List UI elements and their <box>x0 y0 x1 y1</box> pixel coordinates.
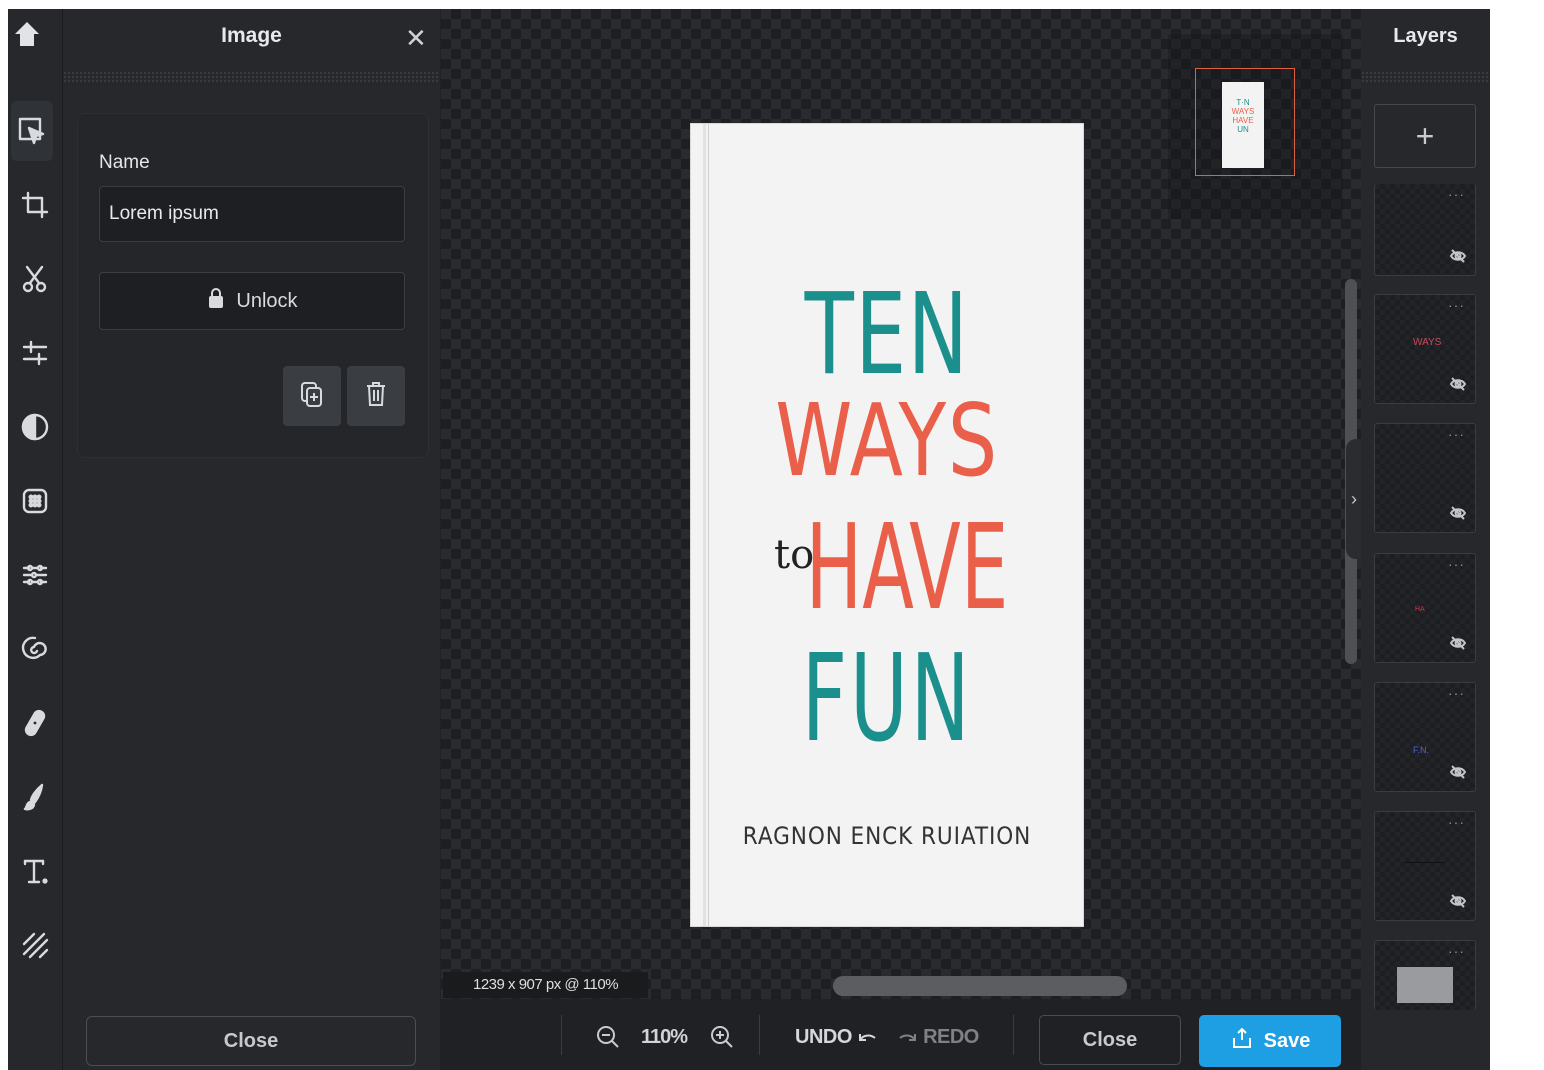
layer-thumb: HA <box>1415 606 1425 613</box>
lock-icon <box>206 287 226 315</box>
divider <box>1013 1015 1014 1055</box>
more-icon[interactable]: ··· <box>1448 297 1465 313</box>
redo-icon <box>898 1026 918 1048</box>
name-field[interactable] <box>99 186 405 242</box>
hide-icon[interactable] <box>1449 634 1467 652</box>
layer-thumb: F.N. <box>1413 745 1430 755</box>
panel-header: Image ✕ <box>63 9 440 71</box>
cover-title-fun: FUN <box>801 630 973 769</box>
layer-item[interactable]: ··· <box>1374 811 1476 921</box>
hide-icon[interactable] <box>1449 763 1467 781</box>
text-icon[interactable] <box>8 841 62 901</box>
book-spine <box>703 124 706 926</box>
cover-title-ten: TEN <box>804 270 970 400</box>
more-icon[interactable]: ··· <box>1448 426 1465 442</box>
chevron-right-icon: › <box>1351 488 1357 509</box>
divider <box>759 1015 760 1055</box>
cover-title-ways: WAYS <box>775 382 999 499</box>
layer-item[interactable]: ··· <box>1374 423 1476 533</box>
hide-icon[interactable] <box>1449 504 1467 522</box>
layer-thumb <box>1405 862 1445 863</box>
layer-item[interactable]: ··· WAYS <box>1374 294 1476 404</box>
zoom-out-icon[interactable] <box>595 1024 621 1050</box>
layer-item[interactable]: ··· F.N. <box>1374 682 1476 792</box>
unlock-label: Unlock <box>236 289 298 312</box>
minimap-line: UN <box>1237 125 1249 134</box>
panel-close-button[interactable]: Close <box>86 1016 416 1066</box>
more-icon[interactable]: ··· <box>1448 685 1465 701</box>
hide-icon[interactable] <box>1449 375 1467 393</box>
save-label: Save <box>1263 1029 1311 1052</box>
crop-icon[interactable] <box>8 175 62 235</box>
properties-panel: Image ✕ Name Unlock <box>63 9 440 1070</box>
layer-item[interactable]: ··· <box>1374 184 1476 276</box>
zoom-in-icon[interactable] <box>709 1024 735 1050</box>
layers-title: Layers <box>1393 25 1458 47</box>
layer-item[interactable]: ··· <box>1374 940 1476 1010</box>
more-icon[interactable]: ··· <box>1448 186 1465 202</box>
hide-icon[interactable] <box>1449 892 1467 910</box>
layers-divider <box>1361 71 1490 83</box>
minimap-line: WAYS <box>1231 107 1255 116</box>
bottom-toolbar: 110% UNDO REDO Close Save <box>441 999 1361 1070</box>
healing-icon[interactable] <box>8 693 62 753</box>
adjust-icon[interactable] <box>8 323 62 383</box>
duplicate-button[interactable] <box>283 366 341 426</box>
trash-icon <box>362 379 390 414</box>
layer-item[interactable]: ··· HA <box>1374 553 1476 663</box>
zoom-level: 110% <box>641 1026 688 1048</box>
liquify-icon[interactable] <box>8 545 62 605</box>
cut-icon[interactable] <box>8 249 62 309</box>
undo-label: UNDO <box>795 1026 852 1048</box>
more-icon[interactable]: ··· <box>1448 814 1465 830</box>
swirl-icon[interactable] <box>8 619 62 679</box>
download-icon <box>1230 1026 1254 1056</box>
home-icon[interactable] <box>12 17 42 51</box>
undo-button[interactable]: UNDO <box>795 1026 877 1049</box>
redo-label: REDO <box>923 1026 979 1048</box>
name-label: Name <box>99 152 150 173</box>
more-icon[interactable]: ··· <box>1448 943 1465 959</box>
book-cover-image[interactable]: TEN WAYS to HAVE FUN RAGNON ENCK RUIATIO… <box>691 124 1083 926</box>
minimap-thumbnail: T·N WAYS HAVE UN <box>1222 82 1264 168</box>
layer-properties-card: Name Unlock <box>77 113 429 458</box>
minimap-line: HAVE <box>1232 116 1254 125</box>
select-icon[interactable] <box>11 101 53 161</box>
redo-button[interactable]: REDO <box>898 1026 979 1049</box>
cover-author: RAGNON ENCK RUIATION <box>742 822 1032 850</box>
close-button[interactable]: Close <box>1039 1015 1181 1065</box>
hide-icon[interactable] <box>1449 247 1467 265</box>
book-spine-edge <box>708 124 709 926</box>
editor-window: Image ✕ Name Unlock <box>8 9 1490 1070</box>
tool-rail <box>8 9 63 1070</box>
pattern-icon[interactable] <box>8 915 62 975</box>
canvas-dimensions: 1239 x 907 px @ 110% <box>443 972 649 998</box>
layer-thumb-background <box>1397 967 1453 1003</box>
cover-title-have: HAVE <box>805 498 1009 636</box>
effects-icon[interactable] <box>8 471 62 531</box>
collapse-layers-tab[interactable]: › <box>1346 439 1362 559</box>
layers-panel: Layers + ··· ··· WAYS ··· ··· HA ··· F.N… <box>1361 9 1490 1070</box>
more-icon[interactable]: ··· <box>1448 556 1465 572</box>
brush-icon[interactable] <box>8 767 62 827</box>
close-icon[interactable]: ✕ <box>405 23 427 54</box>
navigator-minimap[interactable]: T·N WAYS HAVE UN <box>1168 34 1343 219</box>
panel-title: Image <box>221 24 282 47</box>
duplicate-icon <box>298 379 326 414</box>
panel-divider <box>63 71 440 83</box>
save-button[interactable]: Save <box>1199 1015 1341 1067</box>
minimap-line: T·N <box>1236 98 1250 107</box>
canvas-area[interactable]: TEN WAYS to HAVE FUN RAGNON ENCK RUIATIO… <box>441 9 1362 999</box>
horizontal-scrollbar[interactable] <box>833 976 1127 996</box>
layer-thumb: WAYS <box>1413 337 1442 348</box>
unlock-button[interactable]: Unlock <box>99 272 405 330</box>
undo-icon <box>857 1026 877 1048</box>
filter-icon[interactable] <box>8 397 62 457</box>
divider <box>561 1015 562 1055</box>
add-layer-button[interactable]: + <box>1374 104 1476 168</box>
delete-button[interactable] <box>347 366 405 426</box>
